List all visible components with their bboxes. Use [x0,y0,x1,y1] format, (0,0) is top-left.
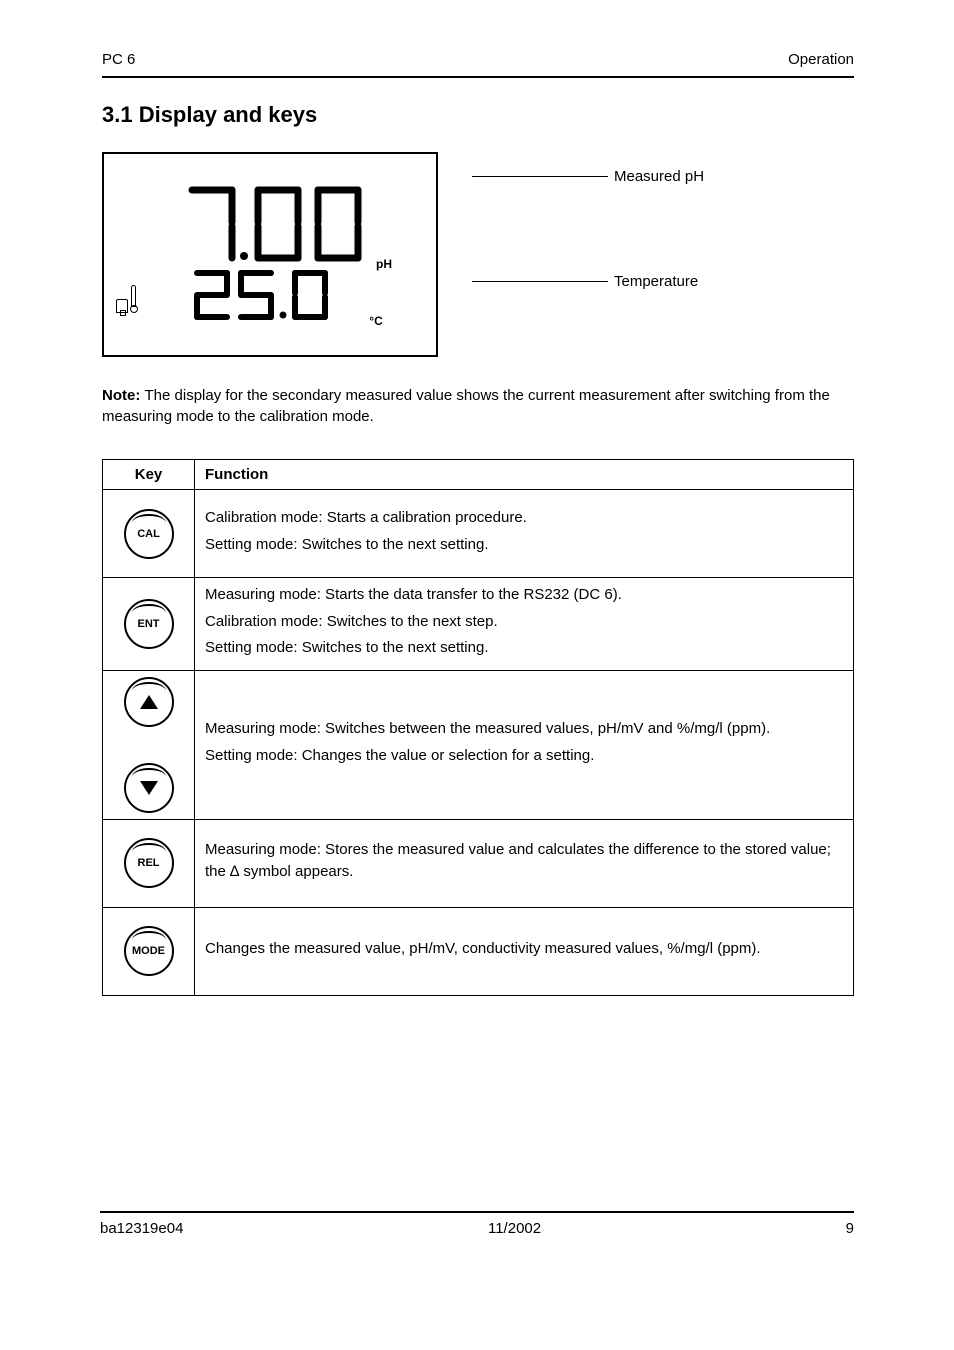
probe-icon [116,299,128,313]
func-ent: Measuring mode: Starts the data transfer… [195,578,854,671]
mode-button[interactable]: MODE [124,926,174,976]
sub-value-digits [189,265,363,325]
footer-date: 11/2002 [488,1220,541,1237]
func-cal-line-0: Calibration mode: Starts a calibration p… [205,507,843,530]
th-key: Key [103,460,195,490]
header-model: PC 6 [102,51,135,68]
note-paragraph: Note: The display for the secondary meas… [102,385,854,427]
callout-line-bottom [472,281,608,282]
arrow-down-icon [140,781,158,795]
section-title: 3.1 Display and keys [102,102,854,128]
callout-line-top [472,176,608,177]
func-ent-line-2: Setting mode: Switches to the next setti… [205,637,843,660]
func-mode-line-0: Changes the measured value, pH/mV, condu… [205,938,843,961]
thermometer-icon [130,285,136,313]
key-ent-cell: ENT [103,578,195,671]
down-button[interactable] [124,763,174,813]
func-arrows-line-0: Measuring mode: Switches between the mea… [205,718,843,741]
func-cal: Calibration mode: Starts a calibration p… [195,490,854,578]
func-arrows-line-1: Setting mode: Changes the value or selec… [205,745,843,768]
up-button[interactable] [124,677,174,727]
lcd-display: pH [102,152,438,357]
header-rule [102,76,854,78]
sub-unit: °C [369,314,382,328]
key-arrows-cell [103,670,195,819]
footer-page: 9 [846,1220,854,1237]
cal-button[interactable]: CAL [124,509,174,559]
func-rel: Measuring mode: Stores the measured valu… [195,819,854,907]
func-ent-line-0: Measuring mode: Starts the data transfer… [205,584,843,607]
arrow-up-icon [140,695,158,709]
func-rel-line-0: Measuring mode: Stores the measured valu… [205,839,843,884]
func-ent-line-1: Calibration mode: Switches to the next s… [205,611,843,634]
header-section: Operation [788,51,854,68]
key-cal-cell: CAL [103,490,195,578]
note-text: The display for the secondary measured v… [102,387,830,425]
footer-rule [100,1211,854,1213]
callout-sub: Temperature [614,273,698,290]
key-mode-cell: MODE [103,907,195,995]
footer-docid: ba12319e04 [100,1220,183,1237]
main-value-digits [180,178,370,268]
key-rel-cell: REL [103,819,195,907]
ent-button[interactable]: ENT [124,599,174,649]
rel-button[interactable]: REL [124,838,174,888]
note-label: Note: [102,387,145,404]
func-cal-line-1: Setting mode: Switches to the next setti… [205,534,843,557]
key-function-table: Key Function CAL Calibration mode: Start… [102,459,854,996]
callout-main: Measured pH [614,168,704,185]
th-function: Function [195,460,854,490]
func-mode: Changes the measured value, pH/mV, condu… [195,907,854,995]
func-arrows: Measuring mode: Switches between the mea… [195,670,854,819]
